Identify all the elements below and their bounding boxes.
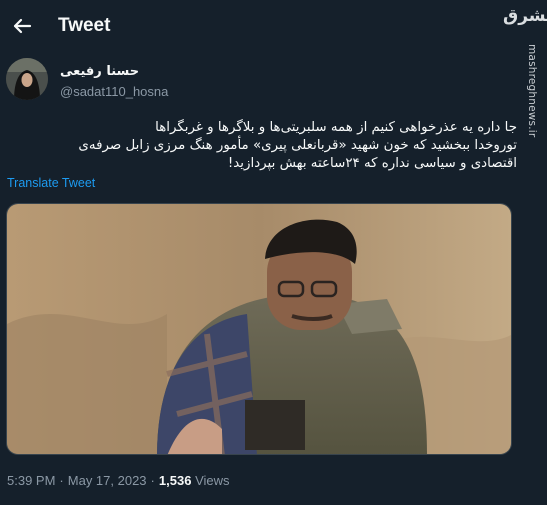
views-count[interactable]: 1,536 [159,473,192,488]
tweet-time[interactable]: 5:39 PM [7,473,55,488]
tweet-text-line: توروخدا ببخشید که خون شهید «قربانعلی پیر… [78,138,517,153]
author-username[interactable]: @sadat110_hosna [60,84,168,99]
tweet-media-photo[interactable] [6,203,512,455]
tweet-text: جا داره یه عذرخواهی کنیم از همه سلبریتی‌… [7,119,517,173]
tweet-text-line: اقتصادی و سیاسی نداره که ۲۴ساعته بهش بپر… [227,156,517,171]
author-display-name[interactable]: حسنا رفیعی [60,64,139,79]
page-title: Tweet [58,15,111,36]
tweet-meta: 5:39 PM · May 17, 2023 · 1,536 Views [7,473,230,488]
meta-separator: · [59,473,64,488]
tweet-header: Tweet [0,0,547,52]
tweet-text-line: جا داره یه عذرخواهی کنیم از همه سلبریتی‌… [155,120,517,135]
site-url-watermark: mashreghnews.ir [526,44,538,138]
views-label: Views [195,473,230,488]
meta-separator: · [150,473,155,488]
avatar[interactable] [6,58,48,100]
arrow-left-icon[interactable] [8,12,36,40]
site-logo: مشرق [503,6,547,26]
tweet-date[interactable]: May 17, 2023 [68,473,147,488]
translate-tweet-link[interactable]: Translate Tweet [7,176,95,190]
